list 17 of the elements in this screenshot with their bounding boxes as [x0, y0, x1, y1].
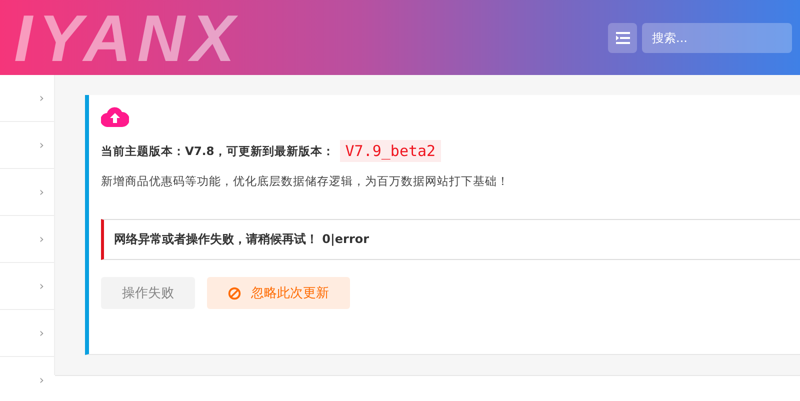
ignore-update-button[interactable]: 忽略此次更新 [207, 277, 350, 309]
version-label: 当前主题版本：V7.8，可更新到最新版本： [101, 144, 334, 158]
prohibited-icon [228, 286, 241, 300]
update-description: 新增商品优惠码等功能，优化底层数据储存逻辑，为百万数据网站打下基础！ [101, 174, 510, 189]
chevron-icon[interactable]: › [39, 373, 44, 387]
cloud-upload-icon [101, 107, 129, 127]
error-alert: 网络异常或者操作失败，请稍候再试！ 0|error [101, 219, 800, 260]
logo-text: IYANX [14, 4, 241, 70]
chevron-icon[interactable]: › [39, 138, 44, 152]
menu-button[interactable] [608, 22, 637, 52]
chevron-icon[interactable]: › [39, 326, 44, 340]
chevron-icon[interactable]: › [39, 279, 44, 293]
new-version-badge: V7.9_beta2 [340, 140, 441, 162]
chevron-icon[interactable]: › [39, 185, 44, 199]
menu-icon [616, 32, 630, 44]
chevron-icon[interactable]: › [39, 232, 44, 246]
chevron-icon[interactable]: › [39, 91, 44, 105]
